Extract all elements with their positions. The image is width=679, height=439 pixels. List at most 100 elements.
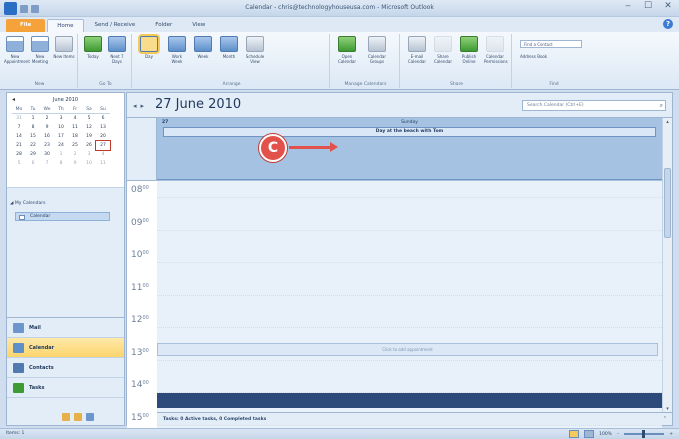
back-arrow-icon[interactable]: ◂ [133,102,141,110]
minimize-button[interactable]: ‒ [621,1,635,11]
mini-calendar-day[interactable]: 27 [95,140,111,151]
mini-calendar-day[interactable]: 3 [54,114,68,123]
mini-calendar-day[interactable]: 13 [96,123,110,132]
mini-calendar-day[interactable]: 24 [54,141,68,150]
mini-calendar-day[interactable]: 7 [12,123,26,132]
time-slot[interactable] [157,375,662,392]
time-slot[interactable] [157,277,662,295]
calendar-groups-button[interactable]: Calendar Groups [366,36,388,64]
all-day-event[interactable]: Day at the beach with Tom [163,127,656,137]
time-slot[interactable] [157,262,662,279]
new-items-button[interactable]: New Items [53,36,75,59]
work-week-button[interactable]: Work Week [166,36,188,64]
mini-calendar-day[interactable]: 1 [26,114,40,123]
close-button[interactable]: ✕ [661,1,675,11]
zoom-in-icon[interactable]: + [669,432,673,437]
mini-calendar-day[interactable]: 16 [40,132,54,141]
mini-calendar-day[interactable]: 1 [54,150,68,159]
mini-calendar-day[interactable]: 5 [82,114,96,123]
module-mail[interactable]: Mail [7,318,124,338]
daily-task-list[interactable]: Tasks: 0 Active tasks, 0 Completed tasks… [157,412,672,425]
email-calendar-button[interactable]: E-mail Calendar [406,36,428,64]
normal-view-button[interactable] [569,430,580,438]
today-button[interactable]: Today [82,36,104,59]
mini-calendar-day[interactable]: 18 [68,132,82,141]
mini-calendar-day[interactable]: 20 [96,132,110,141]
tab-view[interactable]: View [183,19,214,32]
mini-calendar-day[interactable]: 4 [96,150,110,159]
mini-calendar-day[interactable]: 11 [68,123,82,132]
calendar-list-item[interactable]: Calendar [15,212,110,221]
scrollbar-thumb[interactable] [664,168,671,238]
scroll-up-icon[interactable]: ▴ [663,119,672,125]
module-contacts[interactable]: Contacts [7,358,124,378]
reading-view-button[interactable] [584,430,595,438]
mini-calendar-day[interactable]: 29 [26,150,40,159]
search-calendar-input[interactable]: Search Calendar (Ctrl+E) ⌕ [522,100,666,111]
zoom-slider-thumb[interactable] [642,430,646,438]
time-slot[interactable] [157,245,662,262]
schedule-view-button[interactable]: Schedule View [244,36,266,64]
time-slot[interactable] [157,180,662,197]
mini-calendar-day[interactable]: 23 [40,141,54,150]
mini-calendar-day[interactable]: 9 [40,123,54,132]
zoom-out-icon[interactable]: – [617,432,619,437]
expand-tasks-icon[interactable]: ⌃ [663,416,667,422]
mini-calendar-day[interactable]: 8 [54,159,68,168]
week-button[interactable]: Week [192,36,214,59]
publish-online-button[interactable]: Publish Online [458,36,480,64]
mini-calendar-day[interactable]: 31 [12,114,26,123]
mini-calendar-day[interactable]: 2 [68,150,82,159]
click-to-add-appointment[interactable]: Click to add appointment [157,343,658,356]
mini-calendar-day[interactable]: 22 [26,141,40,150]
notes-icon[interactable] [62,413,70,421]
selected-time-slot[interactable] [157,393,662,408]
mini-calendar-day[interactable]: 14 [12,132,26,141]
mini-calendar-day[interactable]: 15 [26,132,40,141]
tab-file[interactable]: File [6,19,46,32]
new-meeting-button[interactable]: New Meeting [29,36,51,64]
mini-calendar-day[interactable]: 8 [26,123,40,132]
maximize-button[interactable]: ☐ [641,1,655,11]
help-icon[interactable]: ? [663,19,673,29]
shortcuts-icon[interactable] [86,413,94,421]
vertical-scrollbar[interactable]: ▴ ▾ [662,118,672,413]
mini-calendar-day[interactable]: 12 [82,123,96,132]
mini-calendar-day[interactable]: 4 [68,114,82,123]
address-book-button[interactable]: Address Book [520,54,547,59]
mini-calendar-day[interactable]: 25 [68,141,82,150]
mini-calendar-day[interactable]: 5 [12,159,26,168]
calendar-checkbox[interactable] [19,215,25,220]
time-slot[interactable] [157,229,662,247]
module-calendar[interactable]: Calendar [7,338,124,358]
mini-calendar-day[interactable]: 7 [40,159,54,168]
my-calendars-header[interactable]: ◢ My Calendars [10,201,45,206]
tab-send-receive[interactable]: Send / Receive [86,19,145,32]
time-slot[interactable] [157,212,662,230]
mini-calendar-day[interactable]: 19 [82,132,96,141]
zoom-slider[interactable] [624,430,665,438]
mini-calendar-day[interactable]: 30 [40,150,54,159]
mini-calendar-day[interactable]: 10 [54,123,68,132]
mini-calendar-day[interactable]: 6 [96,114,110,123]
mini-calendar-day[interactable]: 3 [82,150,96,159]
share-calendar-button[interactable]: Share Calendar [432,36,454,64]
mini-calendar-day[interactable]: 17 [54,132,68,141]
mini-calendar-day[interactable]: 26 [82,141,96,150]
time-slot[interactable] [157,327,662,344]
time-slot[interactable] [157,294,662,312]
new-appointment-button[interactable]: New Appointment [4,36,30,64]
time-slot[interactable] [157,310,662,327]
calendar-permissions-button[interactable]: Calendar Permissions [484,36,508,64]
day-view-button[interactable]: Day [138,36,160,59]
folder-icon[interactable] [74,413,82,421]
forward-arrow-icon[interactable]: ▸ [141,102,149,110]
open-calendar-button[interactable]: Open Calendar [336,36,358,64]
mini-calendar-day[interactable]: 2 [40,114,54,123]
mini-calendar-day[interactable]: 9 [68,159,82,168]
search-icon[interactable]: ⌕ [660,102,663,110]
month-button[interactable]: Month [218,36,240,59]
mini-calendar-day[interactable]: 10 [82,159,96,168]
tab-folder[interactable]: Folder [146,19,181,32]
time-slot[interactable] [157,359,662,377]
